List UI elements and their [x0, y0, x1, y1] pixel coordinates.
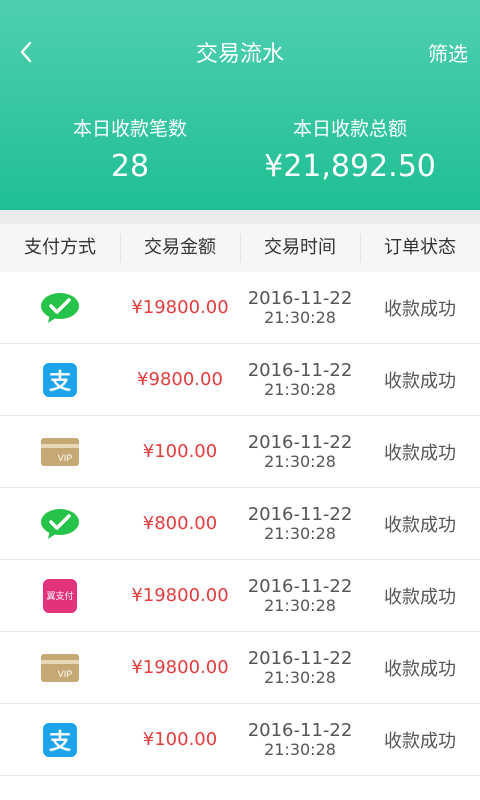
amount-cell: ¥19800.00	[131, 297, 229, 318]
table-row[interactable]: 翼支付 ¥19800.00 2016-11-22 21:30:28 收款成功	[0, 560, 480, 632]
status-cell: 收款成功	[384, 370, 456, 392]
date-text: 2016-11-22	[247, 431, 353, 453]
time-cell: 2016-11-22 21:30:28	[240, 359, 360, 399]
wechat-pay-icon	[41, 508, 79, 539]
time-cell: 2016-11-22 21:30:28	[240, 431, 360, 471]
yizhifu-icon: 翼支付	[43, 578, 77, 613]
amount-cell: ¥19800.00	[131, 657, 229, 678]
table-row[interactable]: VIP ¥19800.00 2016-11-22 21:30:28 收款成功	[0, 632, 480, 704]
table-row[interactable]: 支 ¥100.00 2016-11-22 21:30:28 收款成功	[0, 704, 480, 776]
alipay-icon: 支	[43, 722, 77, 757]
stat-total-label: 本日收款总额	[292, 118, 407, 140]
alipay-icon-glyph: 支	[48, 369, 71, 395]
time-text: 21:30:28	[264, 667, 336, 687]
time-text: 21:30:28	[264, 739, 336, 759]
table-row[interactable]: VIP ¥100.00 2016-11-22 21:30:28 收款成功	[0, 416, 480, 488]
table-header: 支付方式 交易金额 交易时间 订单状态	[0, 224, 480, 273]
time-cell: 2016-11-22 21:30:28	[240, 503, 360, 543]
section-divider	[0, 210, 480, 224]
status-cell: 收款成功	[384, 586, 456, 608]
table-row[interactable]: ¥19800.00 2016-11-22 21:30:28 收款成功	[0, 272, 480, 344]
method-cell	[0, 508, 120, 540]
time-cell: 2016-11-22 21:30:28	[240, 575, 360, 615]
amount-cell: ¥800.00	[142, 513, 218, 534]
transaction-list: ¥19800.00 2016-11-22 21:30:28 收款成功 支 ¥98…	[0, 272, 480, 776]
filter-button[interactable]: 筛选	[428, 38, 468, 67]
table-row[interactable]: ¥800.00 2016-11-22 21:30:28 收款成功	[0, 488, 480, 560]
method-cell: 翼支付	[0, 578, 120, 613]
stat-count-value: 28	[110, 149, 150, 184]
amount-cell: ¥100.00	[142, 441, 218, 462]
column-payment-method: 支付方式	[24, 237, 96, 258]
stat-count: 本日收款笔数 28	[10, 114, 250, 184]
status-cell: 收款成功	[384, 298, 456, 320]
date-text: 2016-11-22	[247, 287, 353, 309]
date-text: 2016-11-22	[247, 575, 353, 597]
column-time: 交易时间	[240, 224, 360, 272]
status-cell: 收款成功	[384, 514, 456, 536]
svg-text:VIP: VIP	[58, 669, 73, 679]
column-status: 订单状态	[360, 224, 480, 272]
status-cell: 收款成功	[384, 442, 456, 464]
date-text: 2016-11-22	[247, 647, 353, 669]
wechat-pay-icon	[41, 292, 79, 323]
header-bar: 交易流水 筛选 本日收款笔数 28 本日收款总额 ¥21,892.50	[0, 0, 480, 210]
yizhifu-icon-text: 翼支付	[46, 592, 74, 602]
stat-total: 本日收款总额 ¥21,892.50	[230, 114, 470, 184]
method-cell	[0, 292, 120, 324]
date-text: 2016-11-22	[247, 719, 353, 741]
status-cell: 收款成功	[384, 658, 456, 680]
method-cell: 支	[0, 722, 120, 757]
page-title: 交易流水	[195, 42, 284, 67]
alipay-icon-glyph: 支	[48, 729, 71, 755]
time-text: 21:30:28	[264, 379, 336, 399]
amount-cell: ¥100.00	[142, 729, 218, 750]
alipay-icon: 支	[43, 362, 77, 397]
method-cell: 支	[0, 362, 120, 397]
vip-card-icon: VIP	[41, 653, 79, 682]
status-cell: 收款成功	[384, 730, 456, 752]
vip-card-icon: VIP	[41, 437, 79, 466]
time-cell: 2016-11-22 21:30:28	[240, 287, 360, 327]
time-cell: 2016-11-22 21:30:28	[240, 719, 360, 759]
time-cell: 2016-11-22 21:30:28	[240, 647, 360, 687]
column-amount: 交易金额	[120, 224, 240, 272]
date-text: 2016-11-22	[247, 359, 353, 381]
method-cell: VIP	[0, 653, 120, 682]
time-text: 21:30:28	[264, 307, 336, 327]
amount-cell: ¥19800.00	[131, 585, 229, 606]
time-text: 21:30:28	[264, 595, 336, 615]
date-text: 2016-11-22	[247, 503, 353, 525]
stat-count-label: 本日收款笔数	[72, 118, 187, 140]
table-row[interactable]: 支 ¥9800.00 2016-11-22 21:30:28 收款成功	[0, 344, 480, 416]
method-cell: VIP	[0, 437, 120, 466]
svg-text:VIP: VIP	[58, 453, 73, 463]
time-text: 21:30:28	[264, 523, 336, 543]
amount-cell: ¥9800.00	[137, 369, 223, 390]
time-text: 21:30:28	[264, 451, 336, 471]
stat-total-value: ¥21,892.50	[264, 149, 436, 184]
